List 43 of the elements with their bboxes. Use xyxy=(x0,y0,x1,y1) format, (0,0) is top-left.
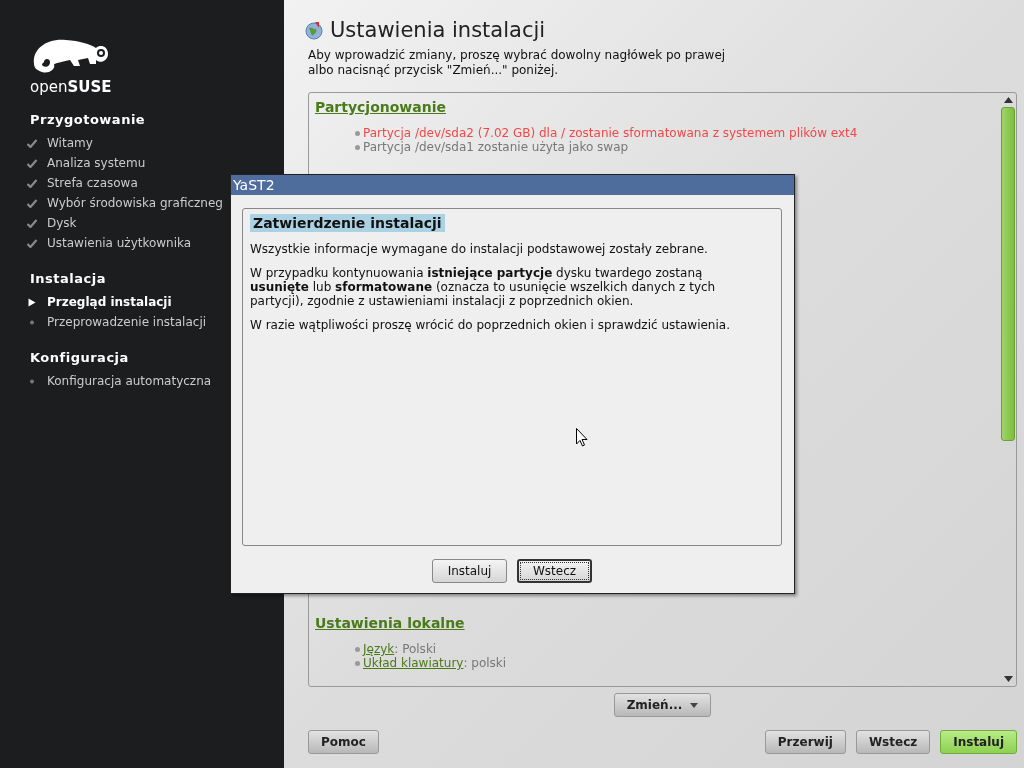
section-heading-link[interactable]: Ustawienia lokalne xyxy=(315,615,465,631)
setting-value: : polski xyxy=(463,656,507,670)
step-group-title: Przygotowanie xyxy=(30,112,146,127)
summary-item: Partycja /dev/sda2 (7.02 GB) dla / zostanie sformatowana z systemem plików ext4 xyxy=(363,126,858,140)
scrollbar-thumb[interactable] xyxy=(1001,107,1015,441)
dialog-button[interactable]: Instaluj xyxy=(432,559,507,583)
step-label: Konfiguracja automatyczna xyxy=(47,374,212,388)
step-group-title: Instalacja xyxy=(30,271,106,286)
bullet-icon xyxy=(355,660,360,666)
step-label: Wybór środowiska graficzneg xyxy=(47,196,223,210)
wizard-button[interactable]: Pomoc xyxy=(308,730,379,754)
dialog-title: YaST2 xyxy=(231,175,794,195)
wizard-button[interactable]: Przerwij xyxy=(764,730,846,754)
dialog-paragraph: W razie wątpliwości proszę wrócić do poprzednich okien i sprawdzić ustawienia. xyxy=(250,318,731,332)
globe-icon xyxy=(304,20,324,40)
brand-name: openSUSE xyxy=(30,78,112,96)
dialog-paragraph: W przypadku kontynuowania istniejące partycje dysku twardego zostaną usunięte lub sformatowane (oznacza to usunięcie wszelkich danych z tych partycji), zgodnie z ustawieniami instalacji z poprzednich okien. xyxy=(250,266,717,308)
bullet-icon xyxy=(355,646,360,652)
mouse-pointer-icon xyxy=(576,428,588,447)
step-group-title: Konfiguracja xyxy=(30,350,129,365)
wizard-button[interactable]: Instaluj xyxy=(940,730,1017,754)
section-heading-link[interactable]: Partycjonowanie xyxy=(315,99,446,115)
scroll-down-icon[interactable] xyxy=(1003,676,1013,682)
bullet-icon xyxy=(355,144,360,150)
step-label: Dysk xyxy=(47,216,77,230)
step-label: Przeprowadzenie instalacji xyxy=(47,315,207,329)
caret-icon xyxy=(690,702,699,708)
dialog-button[interactable]: Wstecz xyxy=(517,559,592,583)
step-label: Analiza systemu xyxy=(47,156,146,170)
step-label: Witamy xyxy=(47,136,93,150)
setting-value: : Polski xyxy=(394,642,437,656)
bullet-icon xyxy=(355,130,360,136)
step-label: Przegląd instalacji xyxy=(47,295,172,309)
page-title: Ustawienia instalacji xyxy=(330,18,546,42)
scroll-up-icon[interactable] xyxy=(1003,97,1013,103)
page-description: Aby wprowadzić zmiany, proszę wybrać dowolny nagłówek po prawej albo nacisnąć przycisk "Zmień..." poniżej. xyxy=(308,48,727,78)
step-label: Ustawienia użytkownika xyxy=(47,236,192,250)
step-label: Strefa czasowa xyxy=(47,176,138,190)
dialog-paragraph: Wszystkie informacje wymagane do instalacji podstawowej zostały zebrane. xyxy=(250,242,709,256)
change-dropdown-button[interactable]: Zmień... xyxy=(613,693,712,717)
dialog-heading: Zatwierdzenie instalacji xyxy=(250,214,445,232)
summary-item: Partycja /dev/sda1 zostanie użyta jako swap xyxy=(363,140,629,154)
wizard-button[interactable]: Wstecz xyxy=(855,730,931,754)
